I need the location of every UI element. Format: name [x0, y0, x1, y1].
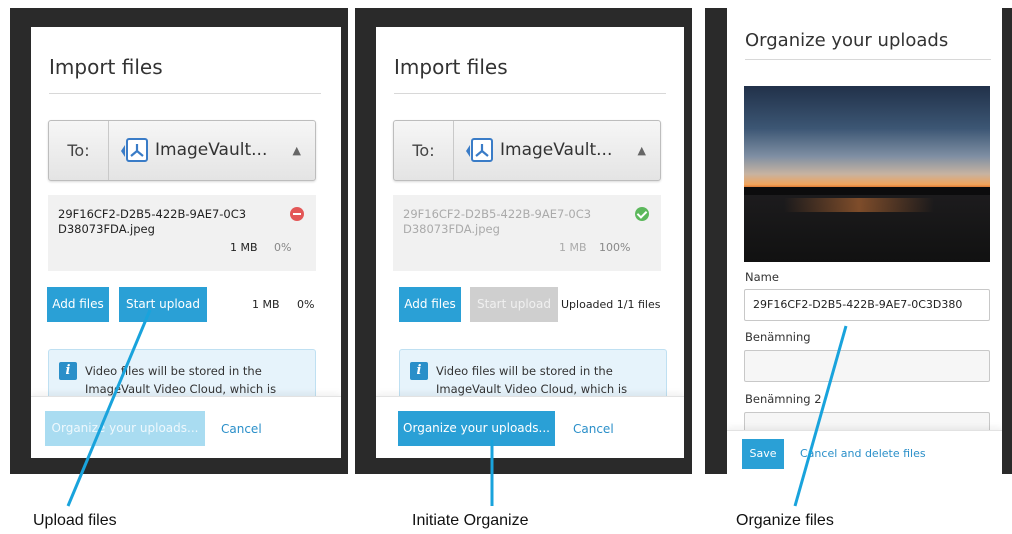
image-reflection	[784, 198, 934, 212]
vault-logo-icon	[121, 138, 148, 162]
benamning-2-label: Benämning 2	[745, 392, 822, 406]
destination-value: ImageVault...	[155, 140, 268, 160]
cancel-link[interactable]: Cancel	[221, 422, 262, 436]
image-treeline	[744, 187, 990, 195]
select-caret-icon: ▲	[292, 144, 301, 157]
organize-dialog: Organize your uploads Name 29F16CF2-D2B5…	[727, 8, 1002, 474]
vault-logo-icon	[466, 138, 493, 162]
file-size: 1 MB	[559, 241, 587, 254]
benamning-input[interactable]	[744, 350, 990, 382]
cancel-and-delete-link[interactable]: Cancel and delete files	[800, 447, 926, 460]
title-divider	[49, 93, 321, 94]
dialog-footer: Organize your uploads... Cancel	[31, 396, 341, 458]
add-files-button[interactable]: Add files	[399, 287, 461, 322]
add-files-button[interactable]: Add files	[47, 287, 109, 322]
info-icon: i	[59, 362, 77, 380]
destination-select[interactable]: To: ImageVault... ▲	[48, 120, 316, 181]
upload-status: Uploaded 1/1 files	[561, 298, 661, 311]
destination-value: ImageVault...	[500, 140, 613, 160]
to-label: To:	[394, 121, 454, 180]
file-progress: 0%	[274, 241, 292, 254]
title-divider	[745, 59, 991, 60]
file-row: 29F16CF2-D2B5-422B-9AE7-0C3D38073FDA.jpe…	[48, 195, 316, 271]
total-progress: 0%	[297, 298, 315, 311]
total-size: 1 MB	[252, 298, 280, 311]
file-name: 29F16CF2-D2B5-422B-9AE7-0C3D38073FDA.jpe…	[403, 207, 592, 236]
organize-uploads-button[interactable]: Organize your uploads...	[398, 411, 555, 446]
destination-select[interactable]: To: ImageVault... ▲	[393, 120, 661, 181]
remove-icon[interactable]	[290, 207, 304, 221]
check-icon	[635, 207, 649, 221]
notice-line: Video files will be stored in the	[436, 364, 613, 378]
start-upload-button[interactable]: Start upload	[470, 287, 558, 322]
import-dialog: Import files To: ImageVault... ▲ 29F16CF…	[31, 27, 341, 458]
dialog-title: Organize your uploads	[745, 30, 949, 51]
benamning-label: Benämning	[745, 330, 811, 344]
title-divider	[394, 93, 666, 94]
file-size: 1 MB	[230, 241, 258, 254]
organize-uploads-button[interactable]: Organize your uploads...	[45, 411, 205, 446]
dialog-title: Import files	[49, 55, 163, 79]
start-upload-button[interactable]: Start upload	[119, 287, 207, 322]
import-dialog: Import files To: ImageVault... ▲ 29F16CF…	[376, 27, 684, 458]
upload-screenshot: Import files To: ImageVault... ▲ 29F16CF…	[10, 8, 348, 474]
file-progress: 100%	[599, 241, 631, 254]
file-name: 29F16CF2-D2B5-422B-9AE7-0C3D38073FDA.jpe…	[58, 207, 247, 236]
name-label: Name	[745, 270, 779, 284]
caption-upload-files: Upload files	[33, 512, 117, 529]
notice-text: Video files will be stored in the ImageV…	[85, 362, 276, 398]
organize-screenshot: Organize your uploads Name 29F16CF2-D2B5…	[705, 8, 1012, 474]
name-input[interactable]: 29F16CF2-D2B5-422B-9AE7-0C3D380	[744, 289, 990, 321]
cancel-link[interactable]: Cancel	[573, 422, 614, 436]
caption-initiate-organize: Initiate Organize	[412, 512, 529, 529]
dialog-title: Import files	[394, 55, 508, 79]
to-label: To:	[49, 121, 109, 180]
caption-organize-files: Organize files	[736, 512, 834, 529]
info-icon: i	[410, 362, 428, 380]
select-caret-icon: ▲	[637, 144, 646, 157]
notice-text: Video files will be stored in the ImageV…	[436, 362, 627, 398]
save-button[interactable]: Save	[742, 439, 784, 469]
notice-line: Video files will be stored in the	[85, 364, 262, 378]
dialog-footer: Organize your uploads... Cancel	[376, 396, 684, 458]
initiate-screenshot: Import files To: ImageVault... ▲ 29F16CF…	[355, 8, 692, 474]
uploaded-image-preview	[744, 86, 990, 262]
dialog-footer: Save Cancel and delete files	[727, 430, 1002, 474]
file-row: 29F16CF2-D2B5-422B-9AE7-0C3D38073FDA.jpe…	[393, 195, 661, 271]
